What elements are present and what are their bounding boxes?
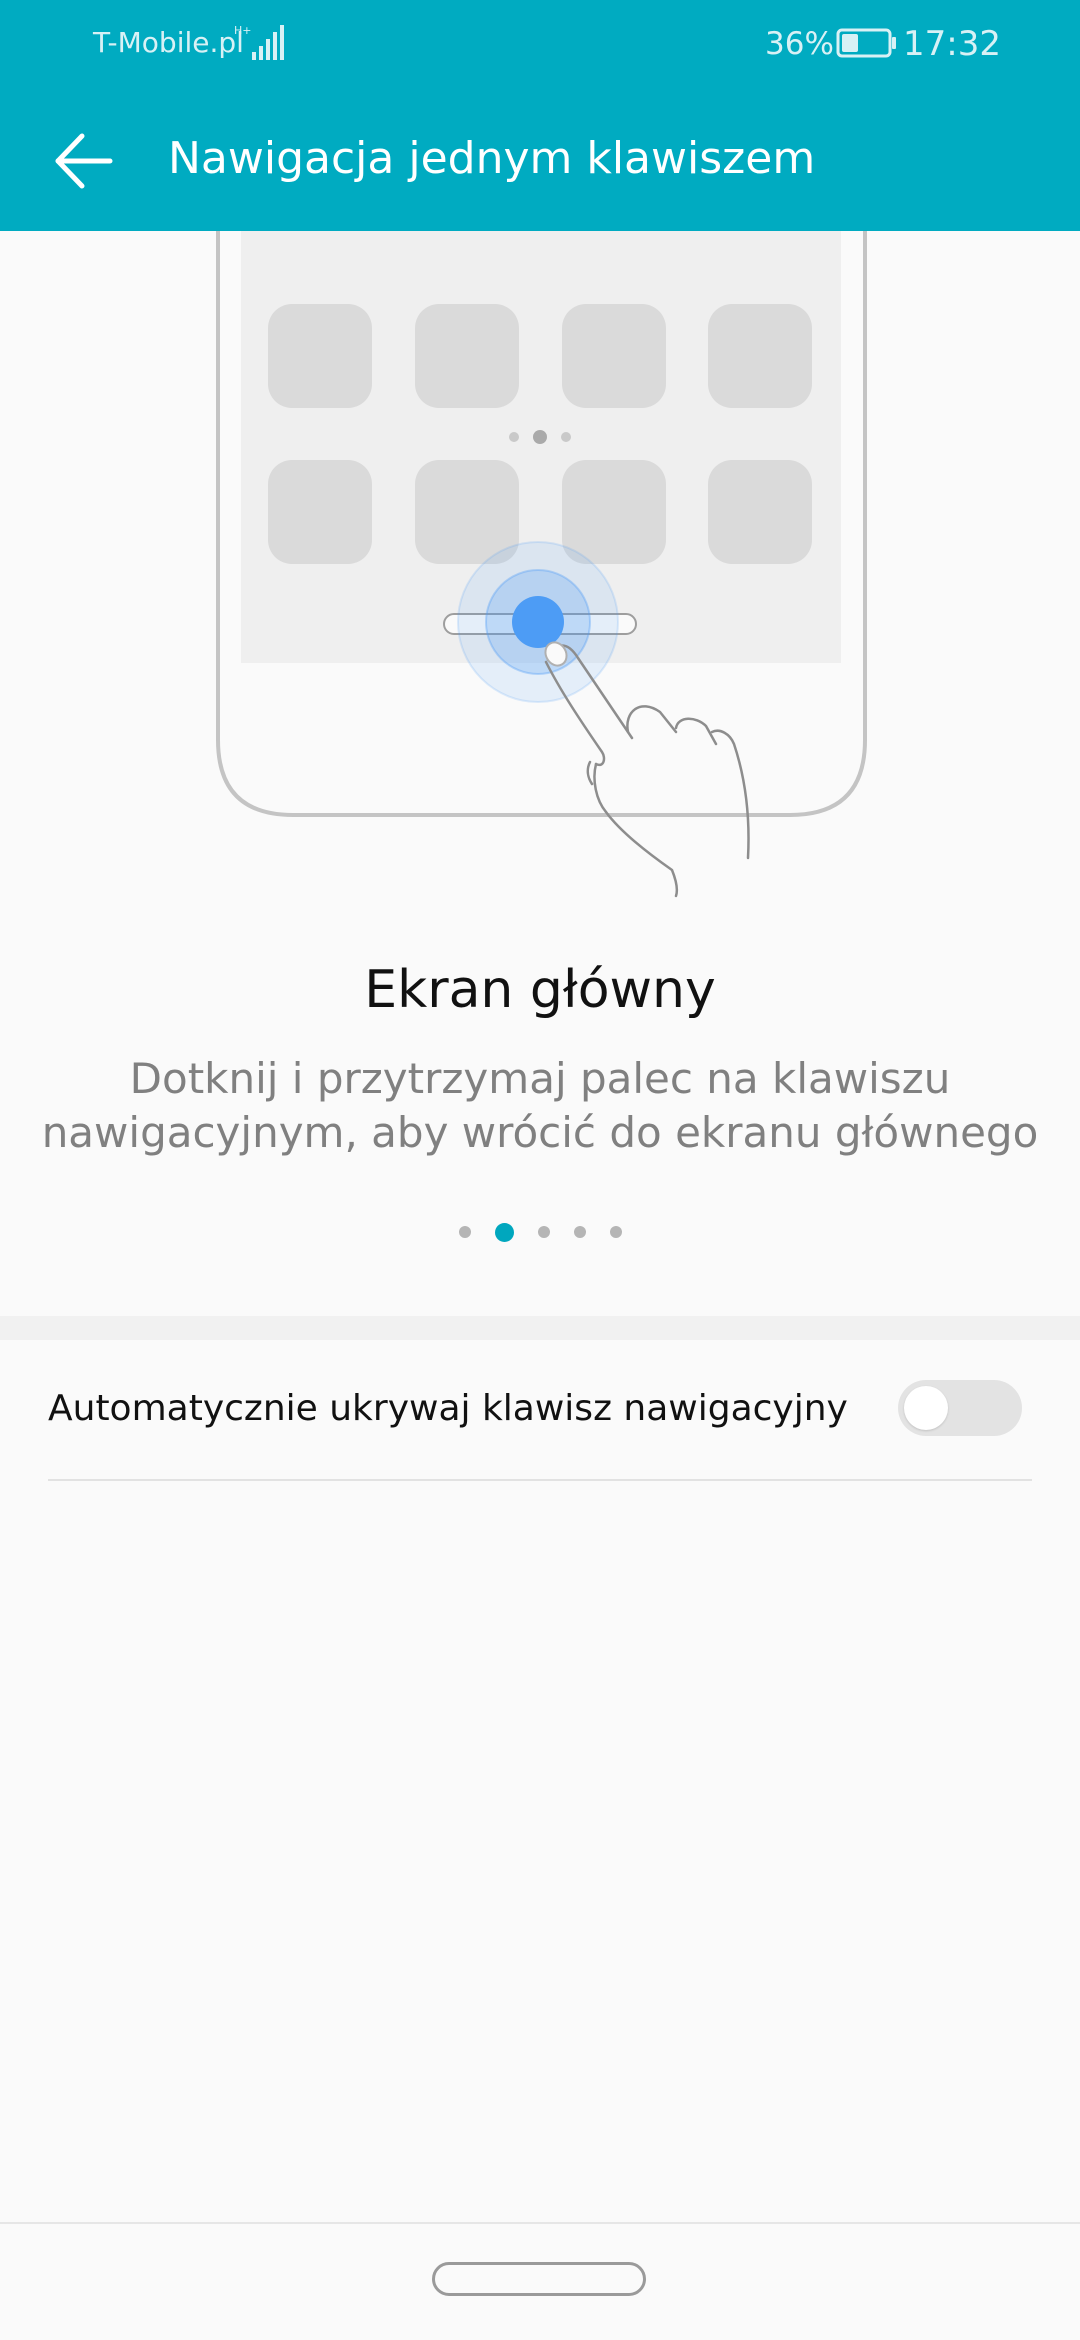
setting-row-auto-hide[interactable]: Automatycznie ukrywaj klawisz nawigacyjn… (0, 1340, 1080, 1480)
app-icon-placeholder (708, 304, 812, 408)
slide-description: Dotknij i przytrzymaj palec na klawiszu … (41, 1054, 1039, 1157)
app-icon-placeholder (268, 304, 372, 408)
section-divider (0, 1316, 1080, 1340)
carrier-name: T-Mobile.pl (93, 26, 244, 59)
arrow-left-icon (55, 133, 113, 189)
back-button[interactable] (40, 118, 126, 204)
home-page-dot-active (533, 430, 547, 444)
list-divider (48, 1479, 1032, 1481)
clock: 17:32 (903, 24, 1001, 64)
app-icon-placeholder (415, 460, 519, 564)
navigation-bar-divider (0, 2222, 1080, 2224)
battery-percentage: 36% (765, 26, 834, 62)
network-type-label: H+ (234, 24, 252, 37)
signal-strength-icon: H+ (234, 24, 284, 60)
app-icon-placeholder (562, 304, 666, 408)
auto-hide-toggle[interactable] (898, 1380, 1022, 1436)
home-page-dot (561, 432, 571, 442)
page-dot (609, 1226, 622, 1238)
touch-point (512, 596, 564, 648)
page-dot (537, 1226, 550, 1238)
battery-icon (836, 28, 896, 58)
setting-label: Automatycznie ukrywaj klawisz nawigacyjn… (48, 1388, 848, 1429)
page-dot-active (494, 1222, 514, 1242)
navigation-key-button[interactable] (432, 2262, 646, 2296)
app-icon-placeholder (708, 460, 812, 564)
app-icon-placeholder (268, 460, 372, 564)
app-bar: T-Mobile.pl H+ 36% 17:32 Nawigacja jedny… (0, 0, 1080, 231)
page-dot (458, 1226, 471, 1238)
app-icon-placeholder (415, 304, 519, 408)
toggle-knob (904, 1386, 948, 1430)
home-page-dot (509, 432, 519, 442)
page-title: Nawigacja jednym klawiszem (168, 133, 816, 184)
slide-title: Ekran główny (364, 960, 716, 1020)
page-dot (573, 1226, 586, 1238)
app-icon-placeholder (562, 460, 666, 564)
navigation-gesture-illustration (216, 231, 867, 898)
page-indicator (0, 1220, 1080, 1244)
